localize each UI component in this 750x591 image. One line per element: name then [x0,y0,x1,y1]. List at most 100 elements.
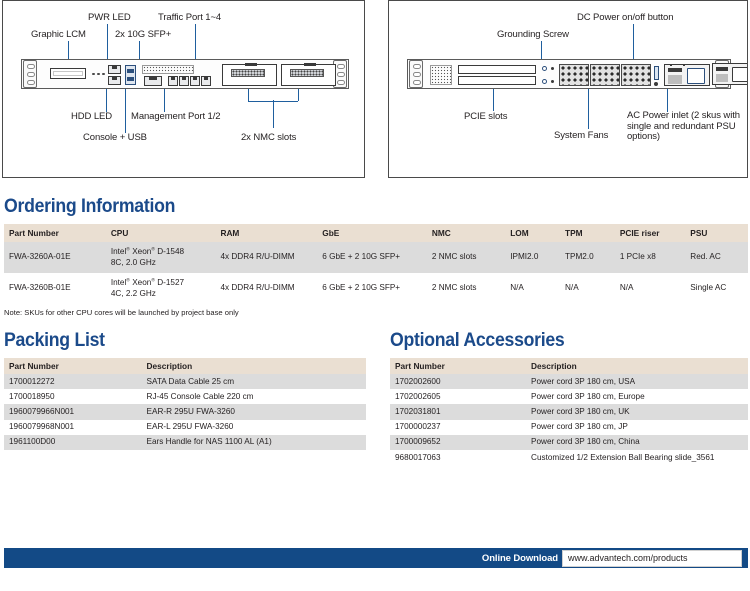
col-lom: LOM [505,224,561,242]
col-part-number: Part Number [4,224,106,242]
footer-url-box[interactable]: www.advantech.com/products [562,549,742,567]
cell-description: SATA Data Cable 25 cm [141,374,366,390]
callout-pwr-led: PWR LED [88,12,131,23]
footer-bar: Online Download www.advantech.com/produc… [4,548,748,568]
col-nmc: NMC [426,224,506,242]
cell-pcie-riser: 1 PCIe x8 [614,242,686,273]
table-row: 1702002605 Power cord 3P 180 cm, Europe [390,389,748,405]
psu-module-1 [664,64,710,86]
cell-lom: IPMI2.0 [505,242,561,273]
optional-accessories-table: Part Number Description 1702002600 Power… [390,358,748,466]
cell-part-number: 9680017063 [390,449,527,466]
graphic-lcm-display [50,68,86,79]
cell-part-number: 1700018950 [4,389,142,405]
callout-pcie-slots: PCIE slots [464,111,508,122]
col-description: Description [526,358,748,374]
table-header-row: Part Number Description [390,358,748,374]
system-fan-1 [559,64,589,86]
table-header-row: Part Number CPU RAM GbE NMC LOM TPM PCIE… [4,224,748,242]
callout-hdd-led: HDD LED [71,111,113,122]
ordering-information-section: Ordering Information Part Number CPU RAM… [4,196,748,317]
cell-description: Power cord 3P 180 cm, China [526,434,748,450]
console-port [108,65,121,74]
cell-description: EAR-L 295U FWA-3260 [141,419,366,435]
leader-line-nmc-stem [273,100,275,128]
col-tpm: TPM [560,224,615,242]
footer-download-group: Online Download www.advantech.com/produc… [482,548,742,568]
cell-part-number: 1700000237 [390,419,527,435]
cell-part-number: FWA-3260A-01E [4,242,106,273]
cell-part-number: 1960079968N001 [4,419,142,435]
col-cpu: CPU [105,224,216,242]
callout-console-usb: Console + USB [83,132,147,143]
cell-lom: N/A [505,273,561,304]
table-row: FWA-3260A-01E Intel® Xeon® D-1548 8C, 2.0… [4,242,748,273]
datasheet-page: Graphic LCM PWR LED 2x 10G SFP+ Traffic … [0,0,750,591]
front-vent [142,65,194,74]
cell-part-number: 1702002605 [390,389,527,405]
packing-list-table: Part Number Description 1700012272 SATA … [4,358,366,450]
dc-power-on-off-button[interactable] [654,66,659,80]
grounding-screw-lower [542,79,547,84]
cell-part-number: 1700009652 [390,434,527,450]
cell-description: EAR-R 295U FWA-3260 [141,404,366,420]
cell-description: RJ-45 Console Cable 220 cm [141,389,366,405]
ac-power-inlet-1 [687,68,705,84]
callout-nmc-slots: 2x NMC slots [241,132,297,143]
table-row: FWA-3260B-01E Intel® Xeon® D-1527 4C, 2.2… [4,273,748,304]
rear-chassis [407,59,731,89]
cell-psu: Red. AC [685,242,748,273]
traffic-port-2 [179,76,189,86]
table-row: 1700000237 Power cord 3P 180 cm, JP [390,419,748,435]
col-description: Description [141,358,366,374]
cell-description: Power cord 3P 180 cm, Europe [526,389,748,405]
cell-ram: 4x DDR4 R/U-DIMM [215,273,318,304]
col-part-number: Part Number [4,358,142,374]
cell-nmc: 2 NMC slots [426,242,506,273]
table-row: 1960079968N001 EAR-L 295U FWA-3260 [4,419,366,435]
callout-traffic-port: Traffic Port 1~4 [158,12,222,23]
callout-graphic-lcm: Graphic LCM [31,29,86,40]
grounding-screw-upper [542,66,547,71]
callout-sfp: 2x 10G SFP+ [115,29,172,40]
system-fan-3 [621,64,651,86]
cell-part-number: 1960079966N001 [4,404,142,420]
ordering-information-title: Ordering Information [4,196,176,217]
table-row: 1700009652 Power cord 3P 180 cm, China [390,434,748,450]
usb-port [108,76,121,85]
pcie-slot-1 [458,65,536,74]
rear-panel-diagram: Grounding Screw DC Power on/off button P… [388,0,748,178]
optional-accessories-title: Optional Accessories [390,330,565,351]
pcie-slot-2 [458,76,536,85]
ordering-note: Note: SKUs for other CPU cores will be l… [4,308,239,317]
rack-ear-left [23,60,37,88]
packing-list-section: Packing List Part Number Description 170… [4,330,366,450]
cell-part-number: 1700012272 [4,374,142,390]
col-part-number: Part Number [390,358,527,374]
cell-description: Power cord 3P 180 cm, JP [526,419,748,435]
front-panel-diagram: Graphic LCM PWR LED 2x 10G SFP+ Traffic … [2,0,365,178]
cell-part-number: FWA-3260B-01E [4,273,106,304]
cell-ram: 4x DDR4 R/U-DIMM [215,242,318,273]
col-psu: PSU [685,224,748,242]
cell-tpm: TPM2.0 [560,242,615,273]
cell-description: Customized 1/2 Extension Ball Bearing sl… [526,449,748,466]
sfp-plus-cage-1 [125,65,136,85]
psu-module-2 [712,63,747,85]
traffic-port-1 [168,76,178,86]
rear-left-vent [430,65,452,85]
table-row: 1700018950 RJ-45 Console Cable 220 cm [4,389,366,405]
callout-system-fans: System Fans [554,130,609,141]
cell-description: Power cord 3P 180 cm, USA [526,374,748,390]
optional-accessories-section: Optional Accessories Part Number Descrip… [390,330,748,466]
system-fan-2 [590,64,620,86]
table-row: 1700012272 SATA Data Cable 25 cm [4,374,366,390]
col-pcie-riser: PCIE riser [614,224,686,242]
rear-rack-ear-left [409,60,423,88]
cell-description: Ears Handle for NAS 1100 AL (A1) [141,434,366,450]
nmc-slot-2 [281,63,336,86]
cell-part-number: 1702031801 [390,404,527,420]
ac-power-inlet-2 [732,67,747,82]
nmc-slot-1 [222,63,277,86]
callout-ac-power-inlet: AC Power inlet (2 skus with single and r… [627,110,740,142]
